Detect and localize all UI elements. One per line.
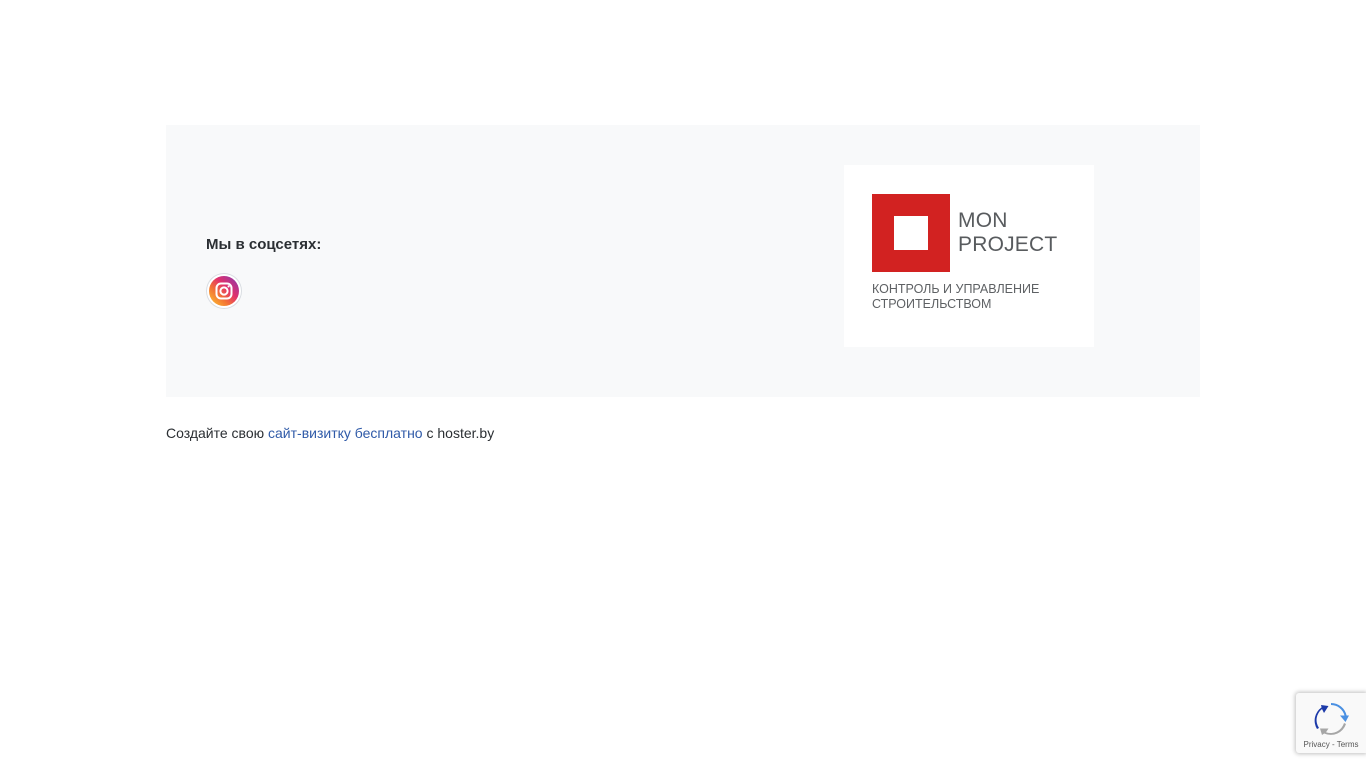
free-site-link[interactable]: сайт-визитку бесплатно xyxy=(268,425,423,441)
logo-name-line2: PROJECT xyxy=(958,233,1058,256)
recaptcha-privacy-link[interactable]: Privacy xyxy=(1304,740,1330,749)
recaptcha-terms-link[interactable]: Terms xyxy=(1337,740,1359,749)
logo-tagline: КОНТРОЛЬ И УПРАВЛЕНИЕ СТРОИТЕЛЬСТВОМ xyxy=(872,282,1039,312)
logo-mark xyxy=(872,194,950,272)
company-logo: MON PROJECT КОНТРОЛЬ И УПРАВЛЕНИЕ СТРОИТ… xyxy=(844,165,1094,347)
recaptcha-badge[interactable]: Privacy - Terms xyxy=(1296,693,1366,753)
logo-tagline-line1: КОНТРОЛЬ И УПРАВЛЕНИЕ xyxy=(872,282,1040,296)
logo-name-line1: MON xyxy=(958,209,1008,232)
logo-tagline-line2: СТРОИТЕЛЬСТВОМ xyxy=(872,297,992,311)
instagram-link[interactable] xyxy=(206,273,242,309)
logo-name: MON PROJECT xyxy=(958,209,1057,257)
credit-suffix: с hoster.by xyxy=(426,425,495,441)
recaptcha-links: Privacy - Terms xyxy=(1296,740,1366,749)
credit-line: Создайте свою сайт-визитку бесплатно с h… xyxy=(166,425,494,441)
page: Мы в соцсетях: MON PROJECT КОНТРОЛЬ И УП… xyxy=(0,0,1366,768)
credit-prefix: Создайте свою xyxy=(166,425,265,441)
footer-panel: Мы в соцсетях: MON PROJECT КОНТРОЛЬ И УП… xyxy=(166,125,1200,397)
instagram-icon xyxy=(209,276,239,306)
social-icons xyxy=(206,273,242,309)
recaptcha-icon xyxy=(1314,703,1349,735)
social-title: Мы в соцсетях: xyxy=(206,236,322,253)
recaptcha-separator: - xyxy=(1331,740,1335,749)
logo-mark-inner xyxy=(894,216,928,250)
